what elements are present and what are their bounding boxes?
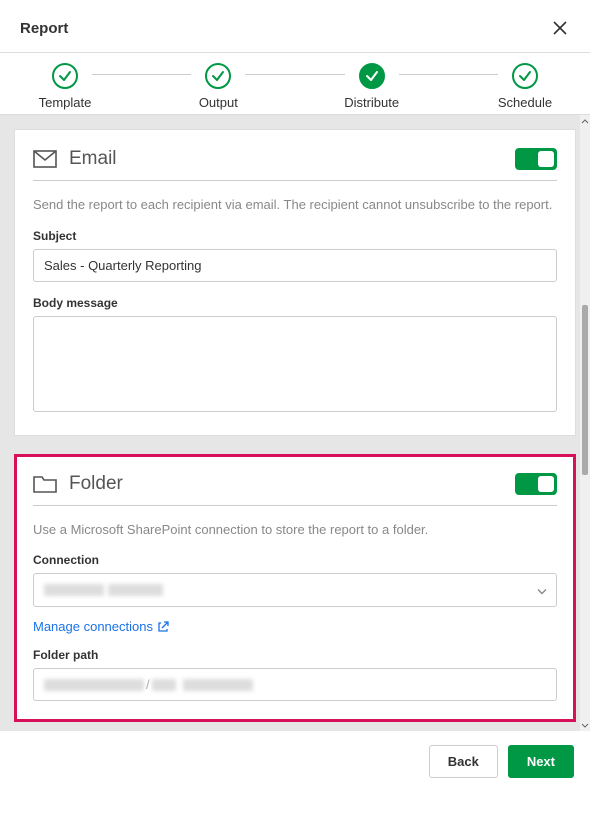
body-label: Body message <box>33 296 557 310</box>
scroll-down-icon[interactable] <box>581 721 589 729</box>
step-label: Output <box>199 95 238 110</box>
next-button[interactable]: Next <box>508 745 574 778</box>
page-title: Report <box>20 20 68 37</box>
toggle-knob <box>538 476 554 492</box>
scroll-up-icon[interactable] <box>581 117 589 125</box>
redacted-text <box>183 679 253 691</box>
redacted-text <box>152 679 176 691</box>
folder-helper: Use a Microsoft SharePoint connection to… <box>33 520 557 540</box>
email-helper: Send the report to each recipient via em… <box>33 195 557 215</box>
folder-title: Folder <box>69 473 123 495</box>
email-title: Email <box>69 148 117 170</box>
step-schedule[interactable]: Schedule <box>470 63 580 110</box>
connection-label: Connection <box>33 553 557 567</box>
close-button[interactable] <box>550 18 570 38</box>
content-scroll[interactable]: Email Send the report to each recipient … <box>0 114 590 731</box>
back-button[interactable]: Back <box>429 745 498 778</box>
step-connector <box>92 74 191 75</box>
body-input[interactable] <box>33 316 557 412</box>
step-template[interactable]: Template <box>10 63 120 110</box>
folder-icon <box>33 473 57 495</box>
step-connector <box>245 74 344 75</box>
check-icon <box>205 63 231 89</box>
folder-section: Folder Use a Microsoft SharePoint connec… <box>14 454 576 723</box>
step-connector <box>399 74 498 75</box>
redacted-text <box>44 584 104 596</box>
step-label: Schedule <box>498 95 552 110</box>
check-icon <box>52 63 78 89</box>
scrollbar[interactable] <box>580 115 590 731</box>
email-icon <box>33 148 57 170</box>
redacted-text <box>108 584 163 596</box>
step-label: Distribute <box>344 95 399 110</box>
folder-path-input[interactable]: / <box>33 668 557 701</box>
step-distribute[interactable]: Distribute <box>317 63 427 110</box>
check-icon <box>359 63 385 89</box>
footer: Back Next <box>0 731 590 792</box>
email-toggle[interactable] <box>515 148 557 170</box>
step-label: Template <box>39 95 92 110</box>
scroll-thumb[interactable] <box>582 305 588 475</box>
check-icon <box>512 63 538 89</box>
link-text: Manage connections <box>33 619 153 634</box>
step-output[interactable]: Output <box>163 63 273 110</box>
subject-label: Subject <box>33 229 557 243</box>
toggle-knob <box>538 151 554 167</box>
connection-select[interactable] <box>33 573 557 607</box>
external-link-icon <box>157 621 169 633</box>
close-icon <box>553 21 567 35</box>
manage-connections-link[interactable]: Manage connections <box>33 619 169 634</box>
folder-path-label: Folder path <box>33 648 557 662</box>
chevron-down-icon <box>537 583 547 598</box>
subject-input[interactable] <box>33 249 557 282</box>
folder-toggle[interactable] <box>515 473 557 495</box>
redacted-text <box>44 679 144 691</box>
email-section: Email Send the report to each recipient … <box>14 129 576 436</box>
stepper: Template Output Distribute Schedule <box>0 52 590 114</box>
